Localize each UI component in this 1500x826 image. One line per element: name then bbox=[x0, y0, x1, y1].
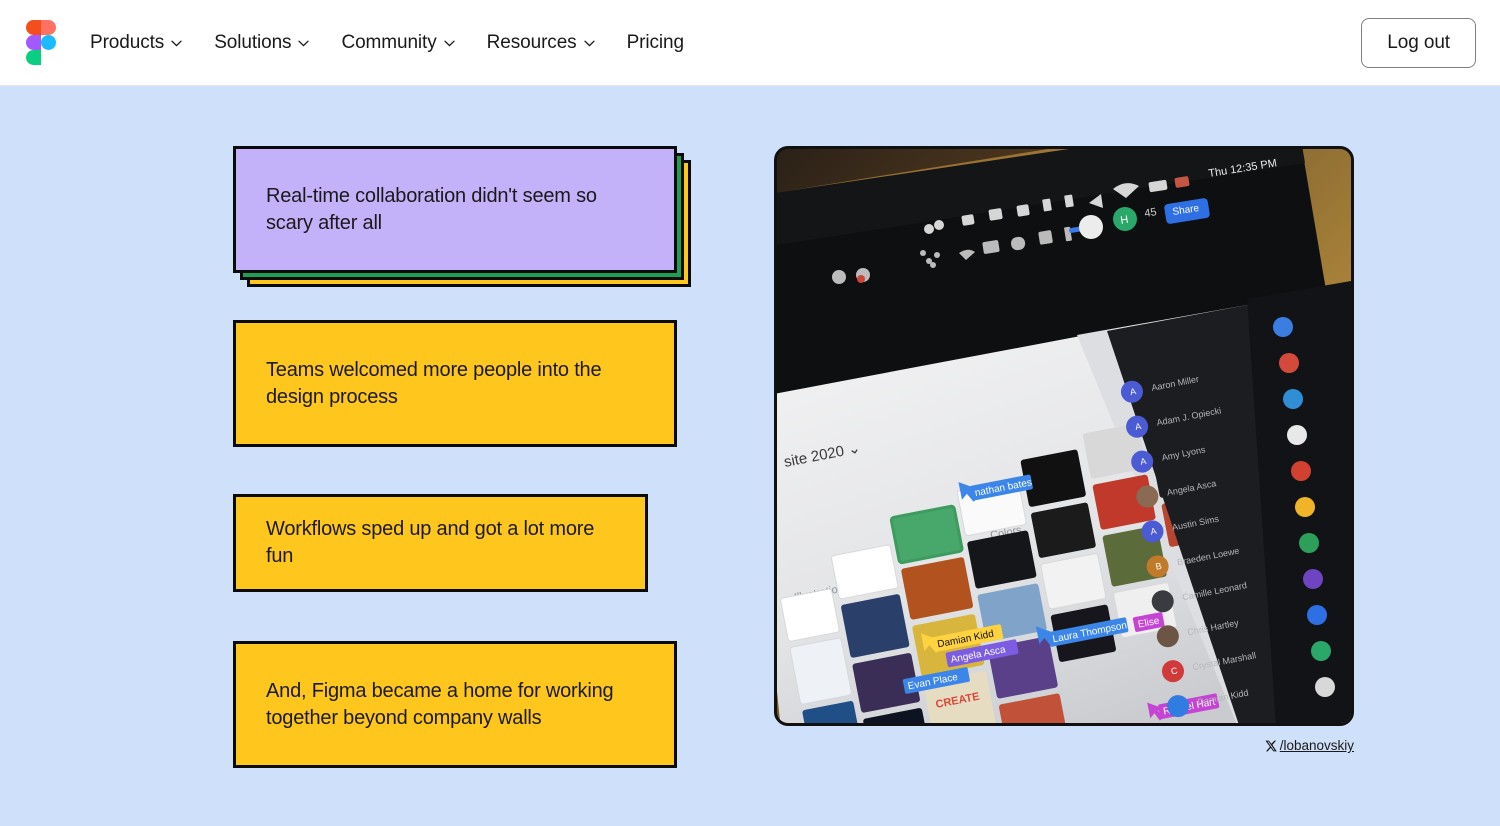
nav-item-products[interactable]: Products bbox=[74, 22, 198, 64]
figma-logo-red-shape bbox=[26, 20, 41, 35]
card-workflows-sped-up[interactable]: Workflows sped up and got a lot more fun bbox=[233, 494, 648, 592]
nav-item-pricing[interactable]: Pricing bbox=[611, 22, 700, 64]
nav-item-solutions[interactable]: Solutions bbox=[198, 22, 325, 64]
card-surface: Real-time collaboration didn't seem so s… bbox=[233, 146, 677, 273]
nav-item-label: Solutions bbox=[214, 31, 292, 53]
figma-logo-orange-shape bbox=[41, 20, 56, 35]
chevron-down-icon bbox=[443, 40, 455, 47]
card-surface: Workflows sped up and got a lot more fun bbox=[233, 494, 648, 592]
chevron-down-icon bbox=[298, 40, 310, 47]
figma-logo[interactable] bbox=[26, 20, 56, 65]
page-body: Real-time collaboration didn't seem so s… bbox=[0, 86, 1500, 826]
nav-item-label: Pricing bbox=[626, 31, 684, 53]
nav-item-label: Resources bbox=[486, 31, 577, 53]
svg-text:45: 45 bbox=[1144, 206, 1158, 220]
logout-button[interactable]: Log out bbox=[1361, 17, 1476, 68]
top-navigation-bar: Products Solutions Community Resources P bbox=[0, 0, 1500, 86]
card-text: Workflows sped up and got a lot more fun bbox=[266, 518, 595, 567]
card-text: Real-time collaboration didn't seem so s… bbox=[266, 184, 597, 234]
photo-credit: /lobanovskiy bbox=[1265, 738, 1354, 753]
card-figma-home[interactable]: And, Figma became a home for working tog… bbox=[233, 641, 677, 768]
photo-illustration: Thu 12:35 PM H 45 Share site 2020 ⌄ Colo… bbox=[777, 149, 1351, 723]
nav-links: Products Solutions Community Resources P bbox=[74, 22, 700, 64]
nav-item-label: Products bbox=[90, 31, 165, 53]
x-twitter-icon bbox=[1265, 740, 1277, 752]
card-text: And, Figma became a home for working tog… bbox=[266, 679, 614, 729]
photo-credit-link[interactable]: /lobanovskiy bbox=[1280, 738, 1354, 753]
card-text: Teams welcomed more people into the desi… bbox=[266, 358, 602, 408]
card-realtime-collaboration[interactable]: Real-time collaboration didn't seem so s… bbox=[233, 146, 693, 291]
card-teams-welcomed[interactable]: Teams welcomed more people into the desi… bbox=[233, 320, 677, 447]
figma-logo-green-shape bbox=[26, 50, 41, 65]
figma-logo-purple-shape bbox=[26, 35, 41, 50]
card-surface: And, Figma became a home for working tog… bbox=[233, 641, 677, 768]
figma-logo-blue-shape bbox=[41, 35, 56, 50]
chevron-down-icon bbox=[583, 40, 595, 47]
photo-image: Thu 12:35 PM H 45 Share site 2020 ⌄ Colo… bbox=[777, 149, 1351, 723]
nav-item-label: Community bbox=[341, 31, 437, 53]
chevron-down-icon bbox=[171, 40, 182, 47]
nav-item-resources[interactable]: Resources bbox=[471, 22, 611, 64]
figma-multiplayer-laptop-photo[interactable]: Thu 12:35 PM H 45 Share site 2020 ⌄ Colo… bbox=[774, 146, 1354, 726]
photo-block: Thu 12:35 PM H 45 Share site 2020 ⌄ Colo… bbox=[774, 146, 1354, 812]
card-surface: Teams welcomed more people into the desi… bbox=[233, 320, 677, 447]
nav-item-community[interactable]: Community bbox=[325, 22, 470, 64]
